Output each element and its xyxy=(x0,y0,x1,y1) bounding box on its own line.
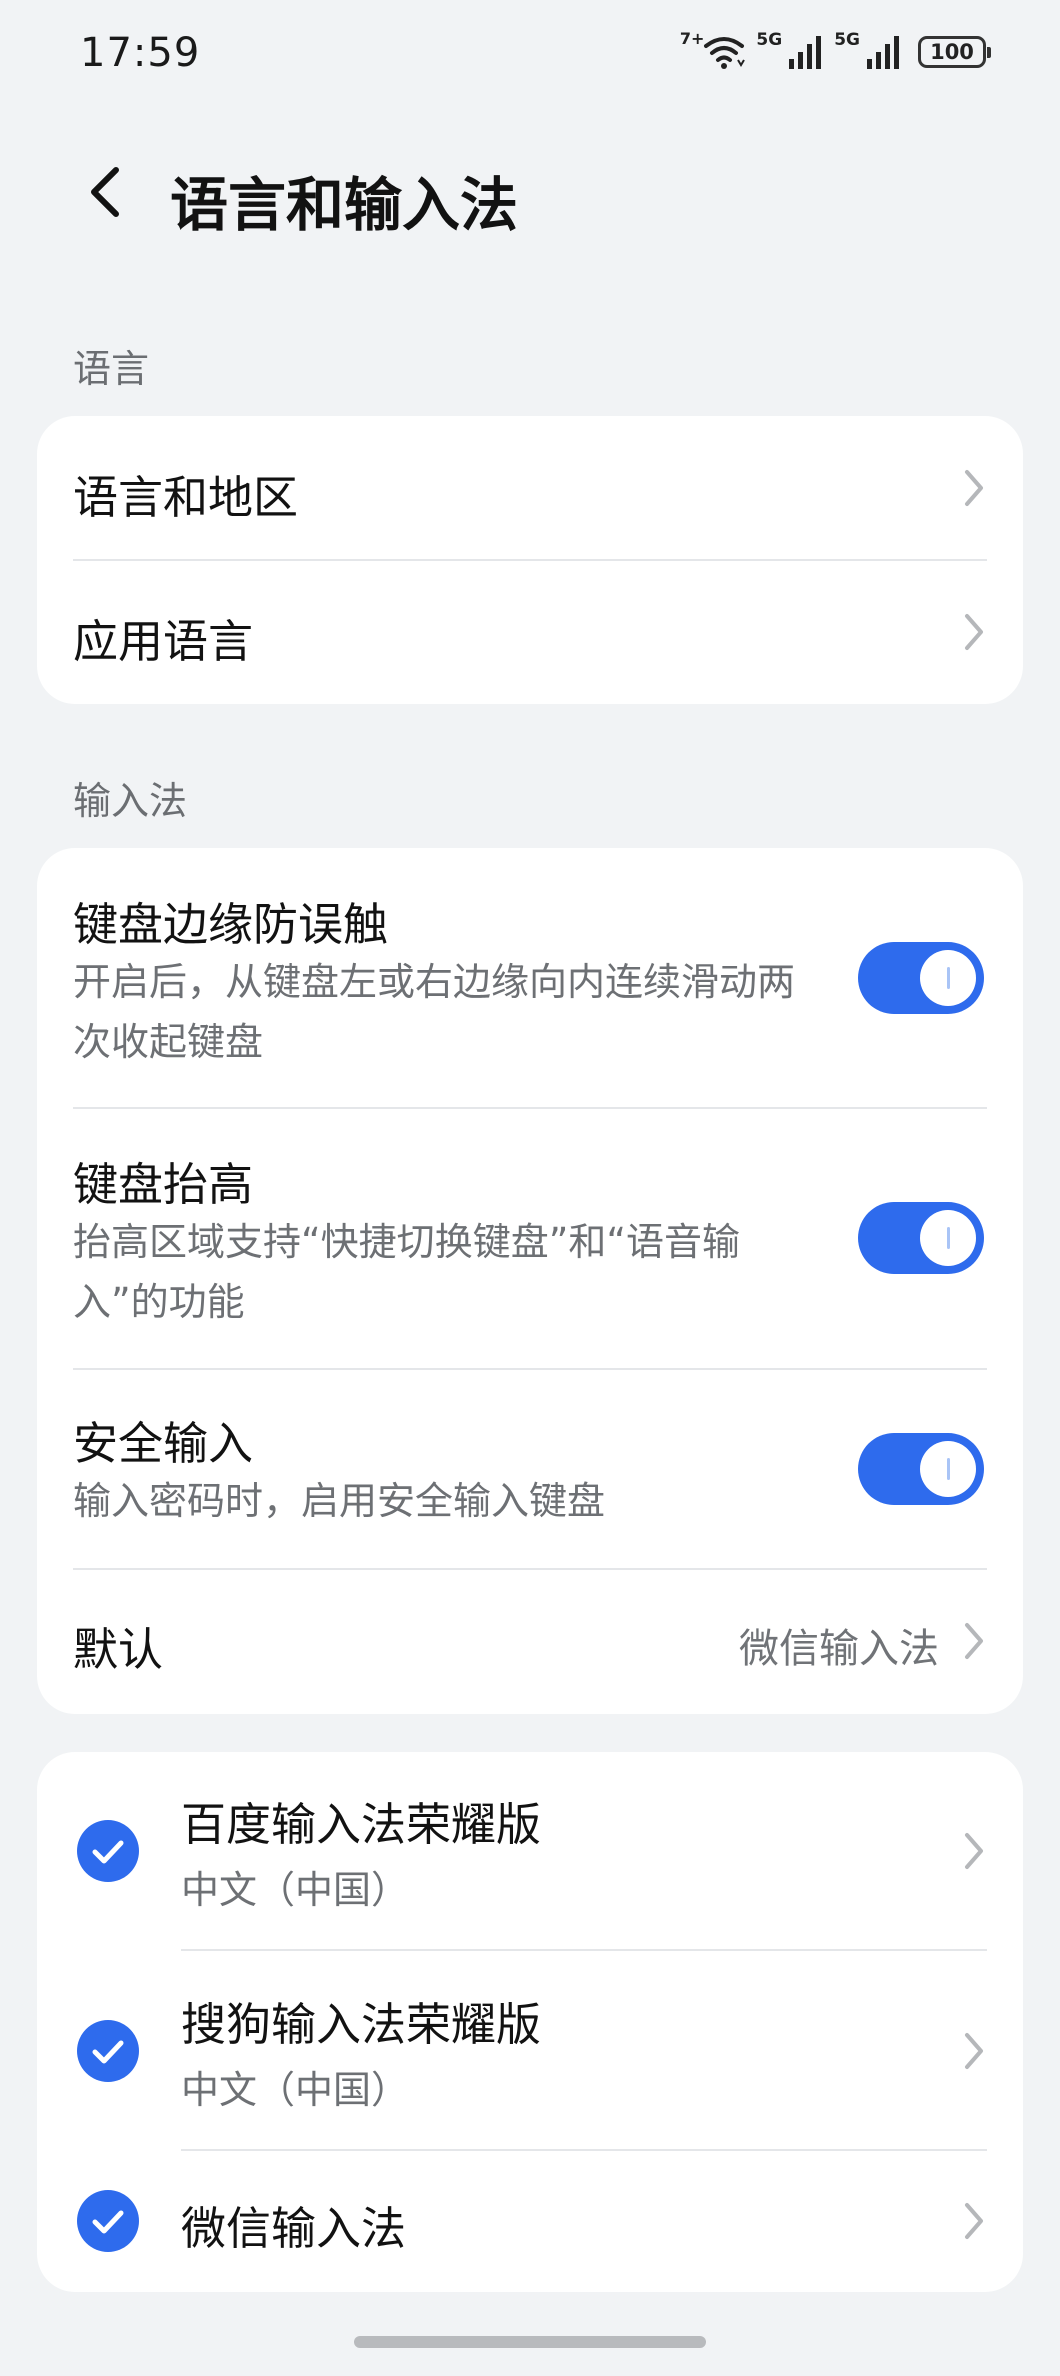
page-header: 语言和输入法 xyxy=(0,130,1060,250)
row-title: 安全输入 xyxy=(73,1417,254,1470)
row-title: 键盘抬高 xyxy=(73,1158,254,1211)
chevron-right-icon xyxy=(965,470,983,506)
app-language-row[interactable]: 应用语言 xyxy=(37,560,1023,704)
row-title: 默认 xyxy=(73,1623,164,1676)
edge-mistouch-toggle[interactable] xyxy=(858,942,984,1014)
chevron-right-icon xyxy=(965,2033,983,2069)
sim2-label: 5G xyxy=(834,30,860,50)
ime-name: 百度输入法荣耀版 xyxy=(181,1798,542,1851)
chevron-right-icon xyxy=(965,2203,983,2239)
wifi-icon xyxy=(704,37,746,69)
language-region-row[interactable]: 语言和地区 xyxy=(37,416,1023,560)
chevron-right-icon xyxy=(965,1833,983,1869)
ime-item-wechat[interactable]: 微信输入法 xyxy=(37,2150,1023,2292)
ime-item-baidu[interactable]: 百度输入法荣耀版 中文（中国） xyxy=(37,1752,1023,1950)
back-arrow-icon[interactable] xyxy=(82,162,132,222)
keyboard-raise-toggle[interactable] xyxy=(858,1202,984,1274)
sim1-label: 5G xyxy=(756,30,783,50)
chevron-right-icon xyxy=(965,1623,983,1659)
toggle-knob xyxy=(920,1210,976,1266)
keyboard-raise-row: 键盘抬高 抬高区域支持“快捷切换键盘”和“语音输入”的功能 xyxy=(37,1108,1023,1369)
wifi-badge: 7+ xyxy=(679,28,705,48)
input-method-card: 键盘边缘防误触 开启后，从键盘左或右边缘向内连续滑动两次收起键盘 键盘抬高 抬高… xyxy=(37,848,1023,1714)
checkmark-circle-icon[interactable] xyxy=(77,2190,139,2252)
settings-page: 17:59 7+ 5G 5G 100 语言和输入法 语言 语言和地区 应用语言 … xyxy=(0,0,1060,2376)
checkmark-circle-icon[interactable] xyxy=(77,1820,139,1882)
section-label-input-method: 输入法 xyxy=(73,779,188,823)
ime-item-sogou[interactable]: 搜狗输入法荣耀版 中文（中国） xyxy=(37,1950,1023,2150)
row-description: 抬高区域支持“快捷切换键盘”和“语音输入”的功能 xyxy=(73,1220,741,1324)
row-title: 语言和地区 xyxy=(73,471,299,524)
signal-sim1-icon xyxy=(789,36,822,69)
chevron-right-icon xyxy=(965,614,983,650)
page-title: 语言和输入法 xyxy=(170,171,519,239)
battery-icon: 100 xyxy=(918,36,991,68)
language-card: 语言和地区 应用语言 xyxy=(37,416,1023,704)
checkmark-circle-icon[interactable] xyxy=(77,2020,139,2082)
edge-mistouch-row: 键盘边缘防误触 开启后，从键盘左或右边缘向内连续滑动两次收起键盘 xyxy=(37,848,1023,1108)
status-time: 17:59 xyxy=(80,30,201,76)
secure-input-toggle[interactable] xyxy=(858,1433,984,1505)
status-icons: 7+ 5G 5G 100 xyxy=(680,29,991,70)
secure-input-row: 安全输入 输入密码时，启用安全输入键盘 xyxy=(37,1369,1023,1568)
home-indicator[interactable] xyxy=(354,2336,706,2348)
row-title: 键盘边缘防误触 xyxy=(73,898,389,951)
ime-name: 微信输入法 xyxy=(181,2202,407,2255)
ime-list-card: 百度输入法荣耀版 中文（中国） 搜狗输入法荣耀版 中文（中国） 微信输入法 xyxy=(37,1752,1023,2292)
row-description: 输入密码时，启用安全输入键盘 xyxy=(73,1479,606,1523)
signal-sim2-icon xyxy=(867,36,899,69)
row-title: 应用语言 xyxy=(73,615,254,668)
ime-name: 搜狗输入法荣耀版 xyxy=(181,1998,542,2051)
ime-language: 中文（中国） xyxy=(181,2068,410,2112)
default-ime-row[interactable]: 默认 微信输入法 xyxy=(37,1569,1023,1714)
status-bar: 17:59 7+ 5G 5G 100 xyxy=(0,0,1060,112)
default-ime-value: 微信输入法 xyxy=(739,1626,939,1672)
toggle-knob xyxy=(920,950,976,1006)
toggle-knob xyxy=(920,1441,976,1497)
row-description: 开启后，从键盘左或右边缘向内连续滑动两次收起键盘 xyxy=(73,960,796,1064)
ime-language: 中文（中国） xyxy=(181,1868,410,1912)
section-label-language: 语言 xyxy=(73,347,150,391)
